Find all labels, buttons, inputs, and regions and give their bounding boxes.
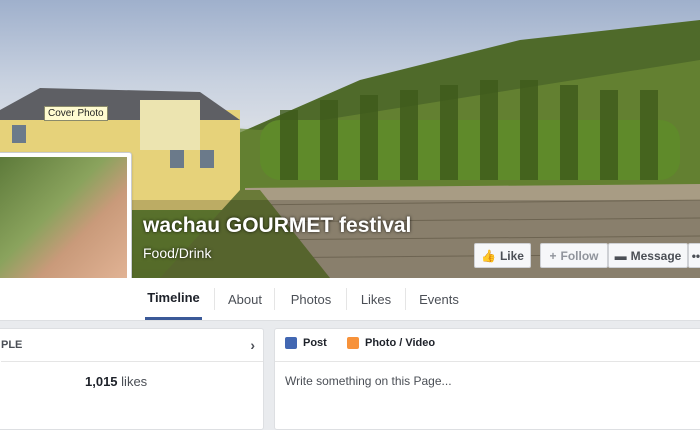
chat-bubble-icon: ▬: [614, 248, 627, 263]
page-title[interactable]: wachau GOURMET festival: [143, 214, 411, 238]
people-card-header[interactable]: PLE ›: [1, 329, 263, 362]
cover-photo-tooltip: Cover Photo: [44, 106, 108, 121]
composer-tabs: Post Photo / Video: [275, 329, 700, 362]
profile-image: [0, 157, 127, 297]
tab-likes[interactable]: Likes: [356, 278, 396, 320]
photo-video-tab[interactable]: Photo / Video: [347, 337, 435, 349]
tab-divider: [274, 288, 275, 310]
like-button[interactable]: 👍 Like: [474, 243, 531, 268]
follow-button[interactable]: + Follow: [540, 243, 608, 268]
composer-input[interactable]: Write something on this Page...: [285, 374, 452, 388]
page-tabs: Timeline About Photos Likes Events: [0, 278, 700, 321]
people-card: PLE › 1,015 likes: [0, 328, 264, 430]
thumbs-up-icon: 👍: [481, 248, 496, 263]
more-button[interactable]: •••: [688, 243, 700, 268]
tab-photos[interactable]: Photos: [286, 278, 336, 320]
tab-divider: [346, 288, 347, 310]
likes-count: 1,015 likes: [85, 374, 148, 389]
tab-timeline[interactable]: Timeline: [145, 278, 202, 320]
chevron-right-icon[interactable]: ›: [250, 337, 255, 353]
photo-icon: [347, 337, 359, 349]
tab-about[interactable]: About: [222, 278, 268, 320]
tab-divider: [214, 288, 215, 310]
post-tab[interactable]: Post: [285, 337, 327, 349]
plus-icon: +: [549, 248, 557, 263]
page-category[interactable]: Food/Drink: [143, 245, 211, 261]
tab-events[interactable]: Events: [414, 278, 464, 320]
pencil-icon: [285, 337, 297, 349]
message-button[interactable]: ▬ Message: [608, 243, 688, 268]
tab-divider: [405, 288, 406, 310]
composer-card: Post Photo / Video Write something on th…: [274, 328, 700, 430]
